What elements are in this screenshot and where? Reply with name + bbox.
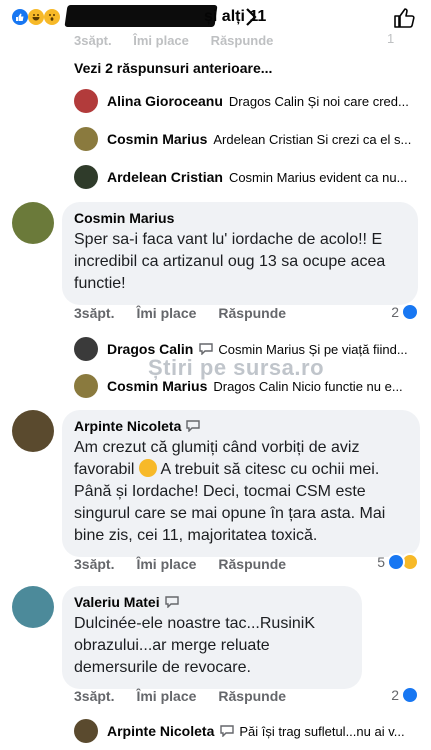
comment-text: Sper sa-i faca vant lu' iordache de acol…	[74, 231, 386, 292]
time-label: 3săpt.	[74, 305, 115, 321]
comment-text: Dulcinée-ele noastre tac...RusiniK obraz…	[74, 615, 316, 676]
avatar[interactable]	[74, 127, 98, 151]
reaction-count-partial: 1	[387, 31, 395, 46]
reactions-summary-bar[interactable]: și alți 11	[0, 0, 431, 34]
like-button-icon[interactable]	[392, 6, 416, 30]
comment-author[interactable]: Valeriu Matei	[74, 594, 160, 610]
comment-bubble[interactable]: Valeriu Matei Dulcinée-ele noastre tac..…	[62, 586, 362, 689]
reply-row[interactable]: Ardelean Cristian Cosmin Marius evident …	[74, 164, 419, 190]
like-reaction-icon	[401, 686, 419, 704]
reply-preview: Păi își trag sufletul...nu ai v...	[239, 723, 405, 739]
top-fan-badge-icon	[220, 725, 235, 737]
comment-text: Am crezut că glumiți când vorbiți de avi…	[74, 437, 408, 547]
avatar[interactable]	[74, 337, 98, 361]
avatar[interactable]	[12, 410, 54, 452]
comment-meta: 3săpt. Îmi place Răspunde	[74, 688, 308, 704]
reaction-count[interactable]: 5	[377, 553, 419, 571]
avatar[interactable]	[12, 202, 54, 244]
comment-author[interactable]: Arpinte Nicoleta	[74, 418, 181, 434]
reply-row[interactable]: Arpinte Nicoleta Păi își trag sufletul..…	[74, 718, 419, 744]
site-watermark: Știri pe sursa.ro	[148, 355, 325, 380]
chevron-right-icon[interactable]	[245, 7, 257, 27]
like-reaction-icon	[401, 303, 419, 321]
reply-author[interactable]: Alina Gioroceanu	[107, 93, 223, 109]
reply-author[interactable]: Arpinte Nicoleta	[107, 723, 214, 739]
time-label: 3săpt.	[74, 33, 112, 48]
reaction-number: 2	[391, 304, 399, 320]
like-reaction-icon	[387, 553, 405, 571]
reaction-count[interactable]: 2	[391, 303, 419, 321]
reaction-number: 2	[391, 687, 399, 703]
comment-author-row: Arpinte Nicoleta	[74, 418, 408, 434]
avatar[interactable]	[74, 374, 98, 398]
avatar[interactable]	[74, 719, 98, 743]
avatar[interactable]	[12, 586, 54, 628]
comment-meta: 3săpt. Îmi place Răspunde	[74, 305, 308, 321]
comment-author[interactable]: Cosmin Marius	[74, 210, 406, 226]
haha-reaction-icon	[28, 9, 44, 25]
reply-author[interactable]: Ardelean Cristian	[107, 169, 223, 185]
redacted-names	[64, 5, 218, 27]
comment: Arpinte Nicoleta Am crezut că glumiți câ…	[12, 410, 422, 557]
wow-reaction-icon	[44, 9, 60, 25]
reply-row[interactable]: Alina Gioroceanu Dragos Calin Și noi car…	[74, 88, 419, 114]
top-fan-badge-icon	[199, 343, 214, 355]
comment-meta: 3săpt. Îmi place Răspunde	[74, 556, 308, 572]
top-fan-badge-icon	[186, 420, 201, 432]
avatar[interactable]	[74, 165, 98, 189]
reply-link[interactable]: Răspunde	[218, 556, 286, 572]
like-link[interactable]: Îmi place	[133, 33, 189, 48]
like-reaction-icon	[12, 9, 28, 25]
view-previous-replies-link[interactable]: Vezi 2 răspunsuri anterioare...	[74, 60, 272, 76]
reply-link[interactable]: Răspunde	[218, 305, 286, 321]
reply-preview: Cosmin Marius evident ca nu...	[228, 169, 408, 185]
time-label: 3săpt.	[74, 556, 115, 572]
reaction-count[interactable]: 2	[391, 686, 419, 704]
reaction-number: 5	[377, 554, 385, 570]
reply-author[interactable]: Cosmin Marius	[107, 131, 207, 147]
comment-meta-partial: 3săpt. Îmi place Răspunde	[74, 33, 273, 48]
reply-row[interactable]: Cosmin Marius Ardelean Cristian Si crezi…	[74, 126, 419, 152]
comment-bubble[interactable]: Arpinte Nicoleta Am crezut că glumiți câ…	[62, 410, 420, 557]
reply-preview: Ardelean Cristian Si crezi ca el s...	[213, 131, 412, 147]
reply-link[interactable]: Răspunde	[218, 688, 286, 704]
top-fan-badge-icon	[164, 596, 179, 608]
comment: Cosmin Marius Sper sa-i faca vant lu' io…	[12, 202, 422, 305]
reply-preview: Dragos Calin Și noi care cred...	[228, 93, 409, 109]
comment-author-row: Valeriu Matei	[74, 594, 350, 610]
like-link[interactable]: Îmi place	[136, 688, 196, 704]
comment-bubble[interactable]: Cosmin Marius Sper sa-i faca vant lu' io…	[62, 202, 418, 305]
comment: Valeriu Matei Dulcinée-ele noastre tac..…	[12, 586, 422, 689]
like-link[interactable]: Îmi place	[136, 556, 196, 572]
avatar[interactable]	[74, 89, 98, 113]
grinning-emoji-icon	[138, 459, 157, 477]
like-link[interactable]: Îmi place	[136, 305, 196, 321]
reply-link[interactable]: Răspunde	[211, 33, 274, 48]
time-label: 3săpt.	[74, 688, 115, 704]
